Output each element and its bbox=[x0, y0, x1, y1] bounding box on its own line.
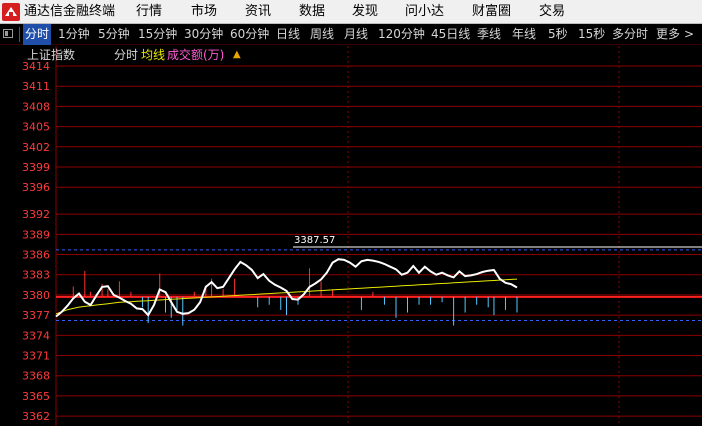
menu-item-wealth[interactable]: 财富圈 bbox=[472, 0, 511, 24]
y-tick-label: 3383 bbox=[22, 269, 50, 282]
y-tick-label: 3374 bbox=[22, 329, 50, 342]
tab-5min[interactable]: 5分钟 bbox=[98, 24, 130, 45]
tab-multi-intraday[interactable]: 多分时 bbox=[612, 24, 648, 45]
chart-mode: 分时 bbox=[114, 48, 139, 62]
y-tick-label: 3386 bbox=[22, 249, 50, 262]
y-tick-label: 3411 bbox=[22, 80, 50, 93]
intraday-chart[interactable]: 3414341134083405340233993396339233893386… bbox=[0, 46, 702, 426]
avg-line-label: 均线 bbox=[141, 48, 166, 62]
y-tick-label: 3362 bbox=[22, 410, 50, 423]
menu-item-market[interactable]: 市场 bbox=[191, 0, 217, 24]
y-tick-label: 3392 bbox=[22, 208, 50, 221]
period-bar: 分时 1分钟 5分钟 15分钟 30分钟 60分钟 日线 周线 月线 120分钟… bbox=[0, 24, 702, 45]
y-tick-label: 3365 bbox=[22, 390, 50, 403]
y-tick-label: 3371 bbox=[22, 350, 50, 363]
menu-item-news[interactable]: 资讯 bbox=[245, 0, 271, 24]
y-tick-label: 3389 bbox=[22, 228, 50, 241]
y-tick-label: 3380 bbox=[22, 289, 50, 302]
menu-item-ask[interactable]: 问小达 bbox=[405, 0, 444, 24]
tab-15min[interactable]: 15分钟 bbox=[138, 24, 177, 45]
tab-1min[interactable]: 1分钟 bbox=[58, 24, 90, 45]
menu-item-trade[interactable]: 交易 bbox=[539, 0, 565, 24]
tab-120min[interactable]: 120分钟 bbox=[378, 24, 425, 45]
y-tick-label: 3368 bbox=[22, 370, 50, 383]
y-tick-label: 3377 bbox=[22, 309, 50, 322]
chart-header: 上证指数 分时 均线 成交额(万) ▲ bbox=[0, 46, 702, 64]
menu-bar: 通达信金融终端 行情 市场 资讯 数据 发现 问小达 财富圈 交易 bbox=[0, 0, 702, 24]
more-arrow-icon[interactable]: > bbox=[684, 24, 694, 45]
tab-45day[interactable]: 45日线 bbox=[431, 24, 470, 45]
tab-daily[interactable]: 日线 bbox=[276, 24, 300, 45]
y-tick-label: 3396 bbox=[22, 181, 50, 194]
tab-30min[interactable]: 30分钟 bbox=[184, 24, 223, 45]
y-tick-label: 3405 bbox=[22, 121, 50, 134]
volume-label: 成交额(万) bbox=[167, 48, 225, 62]
y-tick-label: 3408 bbox=[22, 100, 50, 113]
app-title: 通达信金融终端 bbox=[24, 4, 116, 19]
y-tick-label: 3399 bbox=[22, 161, 50, 174]
tab-more[interactable]: 更多 bbox=[656, 24, 680, 45]
tab-intraday[interactable]: 分时 bbox=[23, 24, 52, 45]
up-down-arrows-icon[interactable]: ▲ bbox=[233, 46, 241, 64]
tab-quarterly[interactable]: 季线 bbox=[477, 24, 501, 45]
high-value-label: 3387.57 bbox=[294, 235, 335, 246]
y-tick-label: 3402 bbox=[22, 141, 50, 154]
tab-yearly[interactable]: 年线 bbox=[512, 24, 536, 45]
tab-monthly[interactable]: 月线 bbox=[344, 24, 368, 45]
divider bbox=[19, 27, 20, 42]
tab-15sec[interactable]: 15秒 bbox=[578, 24, 605, 45]
tab-5sec[interactable]: 5秒 bbox=[548, 24, 568, 45]
tab-60min[interactable]: 60分钟 bbox=[230, 24, 269, 45]
panel-toggle-icon[interactable] bbox=[3, 29, 13, 38]
app-logo-icon bbox=[2, 3, 20, 21]
menu-item-discover[interactable]: 发现 bbox=[352, 0, 378, 24]
index-name: 上证指数 bbox=[27, 48, 76, 62]
menu-item-quotes[interactable]: 行情 bbox=[136, 0, 162, 24]
menu-item-data[interactable]: 数据 bbox=[299, 0, 325, 24]
tab-weekly[interactable]: 周线 bbox=[310, 24, 334, 45]
